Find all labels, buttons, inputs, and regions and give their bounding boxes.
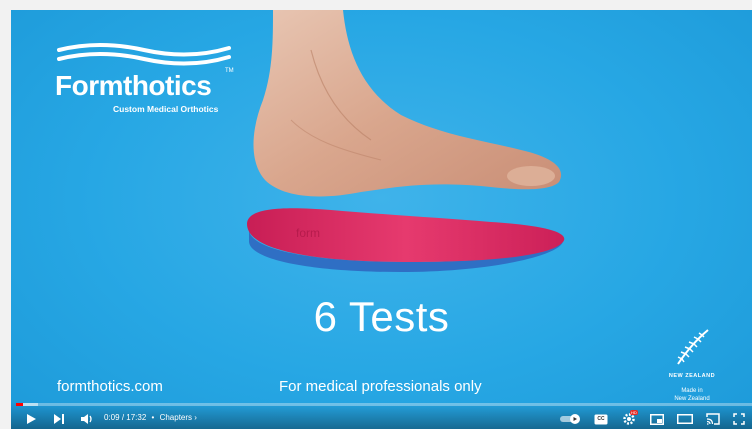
settings-button[interactable]: HD xyxy=(620,410,638,428)
progress-bar[interactable] xyxy=(16,403,752,406)
next-icon xyxy=(54,414,64,424)
cast-icon xyxy=(706,413,720,425)
video-headline: 6 Tests xyxy=(313,293,450,340)
next-button[interactable] xyxy=(50,410,68,428)
insole-brand-text: form xyxy=(296,226,320,240)
chevron-right-icon[interactable]: › xyxy=(194,413,197,422)
theater-icon xyxy=(677,414,693,424)
foot-shape xyxy=(253,10,562,197)
volume-button[interactable] xyxy=(78,410,96,428)
progress-played xyxy=(16,403,23,406)
fern-icon xyxy=(677,329,709,365)
website-text: formthotics.com xyxy=(57,378,163,395)
captions-label: CC xyxy=(597,416,605,422)
captions-button[interactable]: CC xyxy=(592,410,610,428)
video-frame[interactable]: Formthotics TM Custom Medical Orthotics xyxy=(11,10,752,429)
miniplayer-icon xyxy=(650,413,664,425)
autoplay-toggle-icon xyxy=(560,414,580,424)
fullscreen-button[interactable] xyxy=(730,410,748,428)
nz-made-line1: Made in xyxy=(681,388,703,394)
chapters-button[interactable]: Chapters xyxy=(160,413,192,422)
time-display: 0:09 / 17:32 • Chapters › xyxy=(104,413,197,422)
fullscreen-icon xyxy=(733,413,745,425)
current-time: 0:09 xyxy=(104,413,120,422)
cast-button[interactable] xyxy=(704,410,722,428)
made-in-nz-badge: NEW ZEALAND Made in New Zealand xyxy=(657,326,727,403)
notice-text: For medical professionals only xyxy=(279,378,482,395)
play-button[interactable] xyxy=(22,410,40,428)
nz-made-text: Made in New Zealand xyxy=(657,387,727,403)
theater-button[interactable] xyxy=(676,410,694,428)
autoplay-toggle[interactable] xyxy=(560,410,582,428)
duration: 17:32 xyxy=(126,413,147,422)
video-player[interactable]: Formthotics TM Custom Medical Orthotics xyxy=(0,0,752,429)
volume-icon xyxy=(81,414,92,424)
miniplayer-button[interactable] xyxy=(648,410,666,428)
progress-buffer xyxy=(22,403,39,406)
nz-badge-label: NEW ZEALAND xyxy=(668,373,716,379)
settings-hd-badge: HD xyxy=(630,410,638,415)
foot-insole-illustration: form xyxy=(247,10,565,272)
play-icon xyxy=(27,414,36,424)
